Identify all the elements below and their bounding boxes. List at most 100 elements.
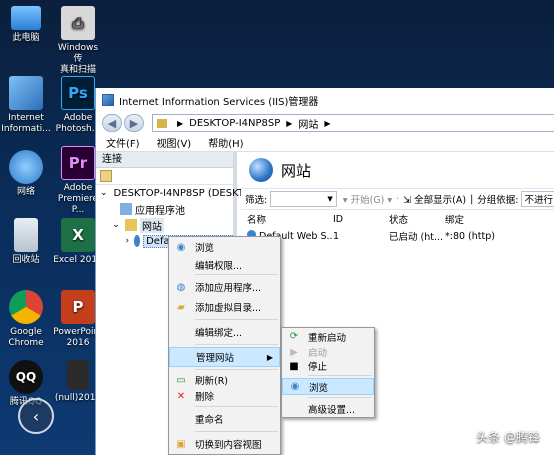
qq-icon: QQ <box>9 360 43 394</box>
submenu-item-browse[interactable]: ◉ 浏览 <box>282 378 374 395</box>
show-all-button[interactable]: ⇲ 全部显示(A) <box>403 192 466 206</box>
window-titlebar: Internet Information Services (IIS)管理器 <box>96 88 554 112</box>
column-name[interactable]: 名称 <box>247 212 333 226</box>
back-arrow-icon[interactable]: ‹ <box>18 398 54 434</box>
start-button[interactable]: ▾ 开始(G) ▾ <box>343 192 392 206</box>
desktop-icon-iis[interactable]: Internet Informati... <box>0 76 52 135</box>
connections-toolbar <box>96 168 233 185</box>
filter-label: 筛选: <box>245 195 268 206</box>
menu-item-delete[interactable]: ✕ 删除 <box>169 388 280 404</box>
browse-icon: ◉ <box>290 381 300 392</box>
address-segment-sites[interactable]: 网站 <box>298 116 318 131</box>
menu-bar: 文件(F) 视图(V) 帮助(H) <box>96 134 554 152</box>
submenu-item-start[interactable]: ▶ 启动 <box>282 345 374 360</box>
menu-item-content-view[interactable]: ▣ 切换到内容视图 <box>169 434 280 454</box>
filter-bar: 筛选: ▼ ▾ 开始(G) ▾ · ⇲ 全部显示(A) | 分组依据: 不进行 <box>241 188 554 210</box>
address-path[interactable]: ▶ DESKTOP-I4NP8SP ▶ 网站 ▶ <box>152 114 554 132</box>
menu-view[interactable]: 视图(V) <box>157 135 192 150</box>
menu-item-edit-permissions[interactable]: 编辑权限... <box>169 257 280 272</box>
window-title: Internet Information Services (IIS)管理器 <box>119 96 319 108</box>
menu-item-refresh[interactable]: ▭ 刷新(R) <box>169 372 280 388</box>
menu-item-add-application[interactable]: ◍ 添加应用程序... <box>169 277 280 297</box>
desktop-icon-recycle-bin[interactable]: 回收站 <box>0 218 52 266</box>
desktop-icon-this-pc[interactable]: 此电脑 <box>0 6 52 44</box>
connect-icon[interactable] <box>100 170 112 182</box>
sites-header: 网站 <box>241 152 554 188</box>
menu-divider <box>308 375 372 376</box>
group-by-select[interactable]: 不进行 <box>521 191 554 207</box>
globe-icon <box>133 235 141 247</box>
refresh-icon: ▭ <box>176 374 186 386</box>
menu-item-add-virtual-dir[interactable]: ▰ 添加虚拟目录... <box>169 297 280 317</box>
menu-divider <box>195 319 278 320</box>
virtual-dir-icon: ▰ <box>177 301 185 313</box>
submenu-arrow-icon: ▶ <box>266 352 273 362</box>
menu-item-browse[interactable]: ◉ 浏览 <box>169 237 280 257</box>
group-by-label: 分组依据: <box>477 195 519 206</box>
menu-item-rename[interactable]: 重命名 <box>169 409 280 429</box>
menu-divider <box>195 274 278 275</box>
stop-icon: ■ <box>289 360 299 372</box>
iis-icon <box>9 76 43 110</box>
excel-icon: X <box>61 218 95 252</box>
chevron-right-icon: ▶ <box>177 118 184 128</box>
browse-icon: ◉ <box>176 241 186 253</box>
table-row[interactable]: Default Web S... 1 已启动 (ht... *:80 (http… <box>241 228 554 244</box>
table-header: 名称 ID 状态 绑定 <box>241 210 554 228</box>
tree-node-server[interactable]: ⌄ DESKTOP-I4NP8SP (DESKT <box>96 185 244 201</box>
restart-icon: ⟳ <box>289 331 299 342</box>
menu-item-edit-bindings[interactable]: 编辑绑定... <box>169 322 280 342</box>
fax-scan-icon: ⎙ <box>61 6 95 40</box>
filter-input[interactable]: ▼ <box>270 191 337 207</box>
desktop-icon-fax-scan[interactable]: ⎙ Windows 传 真和扫描 <box>52 6 104 76</box>
expand-icon[interactable]: › <box>124 235 131 247</box>
computer-icon <box>11 6 41 30</box>
chevron-right-icon: ▶ <box>324 118 331 128</box>
powerpoint-icon: P <box>61 290 95 324</box>
network-icon <box>9 150 43 184</box>
folder-icon <box>157 118 167 128</box>
recycle-bin-icon <box>14 218 38 252</box>
menu-divider <box>195 369 278 370</box>
content-view-icon: ▣ <box>176 438 186 450</box>
tree-node-sites[interactable]: ⌄ 网站 <box>96 217 233 233</box>
add-application-icon: ◍ <box>176 281 186 293</box>
connections-header: 连接 <box>96 152 233 168</box>
page-title: 网站 <box>281 161 312 180</box>
submenu-item-advanced-settings[interactable]: 高级设置... <box>282 400 374 417</box>
chevron-right-icon: ▶ <box>286 118 293 128</box>
dropdown-arrow-icon[interactable]: ▼ <box>327 195 332 203</box>
site-context-menu: ◉ 浏览 编辑权限... ◍ 添加应用程序... ▰ 添加虚拟目录... 编辑绑定..… <box>168 236 281 455</box>
manage-site-submenu: ⟳ 重新启动 ▶ 启动 ■ 停止 ◉ 浏览 高级设置... <box>281 327 375 418</box>
back-button[interactable]: ◀ <box>102 114 122 132</box>
delete-icon: ✕ <box>176 390 186 402</box>
desktop-icon-chrome[interactable]: Google Chrome <box>0 290 52 349</box>
desktop-icon-network[interactable]: 网络 <box>0 150 52 198</box>
app-pool-icon <box>120 203 132 215</box>
menu-help[interactable]: 帮助(H) <box>208 135 243 150</box>
tree-node-app-pools[interactable]: 应用程序池 <box>96 201 233 217</box>
sites-folder-icon <box>125 219 137 231</box>
menu-divider <box>195 344 278 345</box>
address-bar: ◀ ▶ ▶ DESKTOP-I4NP8SP ▶ 网站 ▶ <box>96 112 554 134</box>
submenu-item-stop[interactable]: ■ 停止 <box>282 359 374 374</box>
column-status[interactable]: 状态 <box>389 212 445 226</box>
menu-divider <box>308 397 372 398</box>
menu-file[interactable]: 文件(F) <box>106 135 140 150</box>
menu-item-manage-site[interactable]: 管理网站 ▶ <box>169 347 280 367</box>
iis-app-icon <box>102 94 114 106</box>
collapse-icon[interactable]: ⌄ <box>100 187 108 199</box>
globe-icon <box>249 158 273 182</box>
collapse-icon[interactable]: ⌄ <box>110 219 122 231</box>
submenu-item-restart[interactable]: ⟳ 重新启动 <box>282 328 374 345</box>
file-icon <box>67 360 89 390</box>
watermark: 头条 @腾锋 <box>476 430 540 444</box>
premiere-icon: Pr <box>61 146 95 180</box>
photoshop-icon: Ps <box>61 76 95 110</box>
column-binding[interactable]: 绑定 <box>445 212 525 226</box>
menu-divider <box>195 406 278 407</box>
menu-divider <box>195 431 278 432</box>
forward-button[interactable]: ▶ <box>124 114 144 132</box>
address-segment-server[interactable]: DESKTOP-I4NP8SP <box>189 118 280 129</box>
column-id[interactable]: ID <box>333 214 389 225</box>
